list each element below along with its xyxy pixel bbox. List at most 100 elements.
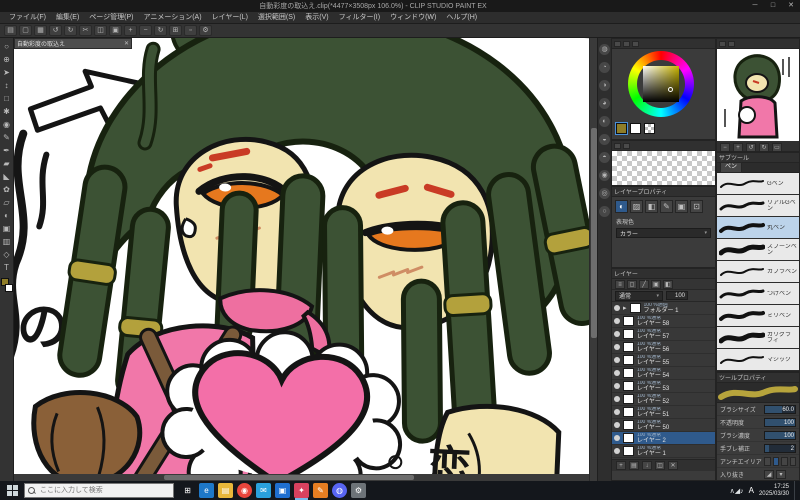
- settings-taskbar-icon[interactable]: ⚙: [351, 483, 366, 498]
- menu-item-6[interactable]: 表示(V): [300, 12, 333, 24]
- color-cursor[interactable]: [668, 87, 673, 92]
- color-wheel-tab-icon[interactable]: [614, 40, 621, 47]
- selection-tool[interactable]: □: [1, 92, 13, 105]
- file-explorer-taskbar-icon[interactable]: ▤: [218, 483, 233, 498]
- eye-icon[interactable]: [614, 396, 620, 402]
- mail-taskbar-icon[interactable]: ✉: [256, 483, 271, 498]
- canvas-paper[interactable]: の 恋: [14, 38, 589, 481]
- task-view-taskbar-icon[interactable]: ⊞: [180, 483, 195, 498]
- antialias-option-0[interactable]: [764, 456, 771, 466]
- layer-row[interactable]: 100 %通常 レイヤー 50: [612, 419, 715, 432]
- toggle-icon[interactable]: ◢: [764, 469, 774, 479]
- layer-move-tool[interactable]: ↕: [1, 79, 13, 92]
- color-history-palette-icon[interactable]: ◔: [599, 62, 610, 73]
- chevron-down-icon[interactable]: ▾: [776, 469, 786, 479]
- eye-icon[interactable]: [614, 422, 620, 428]
- start-button[interactable]: [0, 481, 24, 500]
- brush-item[interactable]: Gペン: [717, 173, 799, 195]
- copy-icon[interactable]: ◫: [94, 25, 107, 36]
- eyedropper-tool[interactable]: ◉: [1, 118, 13, 131]
- layer-row[interactable]: 100 %通常 レイヤー 53: [612, 380, 715, 393]
- eye-icon[interactable]: [614, 448, 620, 454]
- transfer-down-icon[interactable]: ↓: [642, 461, 652, 470]
- reference-layer-button[interactable]: ▣: [675, 200, 688, 213]
- menu-item-0[interactable]: ファイル(F): [4, 12, 51, 24]
- gradient-tool[interactable]: ▥: [1, 235, 13, 248]
- fit-view-icon[interactable]: ▭: [772, 142, 782, 151]
- zoom-in-icon[interactable]: +: [124, 25, 137, 36]
- download-palette-icon[interactable]: ◒: [599, 134, 610, 145]
- eye-icon[interactable]: [614, 435, 620, 441]
- palette-menu-icon[interactable]: ≡: [615, 279, 625, 289]
- layer-row[interactable]: 100 %通常 レイヤー 57: [612, 328, 715, 341]
- brush-tool[interactable]: ▰: [1, 157, 13, 170]
- zoom-out-icon[interactable]: −: [139, 25, 152, 36]
- airbrush-tool[interactable]: ◣: [1, 170, 13, 183]
- text-tool[interactable]: T: [1, 261, 13, 274]
- save-file-icon[interactable]: ▦: [34, 25, 47, 36]
- subview-thumbnail[interactable]: [717, 49, 799, 141]
- history-tab-icon[interactable]: [623, 142, 630, 149]
- color-slider-tab-icon[interactable]: [623, 40, 630, 47]
- layer-row[interactable]: 100 %通常 レイヤー 51: [612, 406, 715, 419]
- lock-icon[interactable]: ▣: [651, 279, 661, 289]
- brush-item[interactable]: つけペン: [717, 283, 799, 305]
- layer-thumbnail[interactable]: [629, 303, 641, 313]
- paper-texture-button[interactable]: ⊡: [690, 200, 703, 213]
- minimize-button[interactable]: ─: [746, 0, 764, 12]
- antialias-option-1[interactable]: [772, 456, 779, 466]
- rotate-left-icon[interactable]: ↺: [746, 142, 756, 151]
- blend-tool[interactable]: ◐: [1, 209, 13, 222]
- hscroll-thumb[interactable]: [164, 475, 414, 480]
- open-file-icon[interactable]: ▢: [19, 25, 32, 36]
- pen-tool[interactable]: ✎: [1, 131, 13, 144]
- layer-thumbnail[interactable]: [623, 329, 634, 339]
- property-slider[interactable]: 100: [764, 417, 796, 427]
- eye-icon[interactable]: [614, 331, 620, 337]
- sub-color-swatch[interactable]: [4, 284, 13, 292]
- redo-icon[interactable]: ↻: [64, 25, 77, 36]
- antialias-option-2[interactable]: [781, 456, 788, 466]
- clip-icon[interactable]: ◧: [663, 279, 673, 289]
- paste-icon[interactable]: ▣: [109, 25, 122, 36]
- layer-row[interactable]: 100 %通常 レイヤー 56: [612, 341, 715, 354]
- pencil-tool[interactable]: ✒: [1, 144, 13, 157]
- layer-thumbnail[interactable]: [623, 342, 634, 352]
- brush-item[interactable]: カブラペン: [717, 261, 799, 283]
- border-effect-button[interactable]: ◐: [615, 200, 628, 213]
- paint-app-taskbar-icon[interactable]: ✎: [313, 483, 328, 498]
- artwork-canvas[interactable]: の 恋: [14, 38, 589, 481]
- figure-tool[interactable]: ◇: [1, 248, 13, 261]
- canvas-area[interactable]: の 恋: [14, 38, 589, 481]
- rotate-right-icon[interactable]: ↻: [759, 142, 769, 151]
- layer-thumbnail[interactable]: [623, 316, 634, 326]
- saturation-value-square[interactable]: [643, 66, 679, 102]
- maximize-button[interactable]: □: [764, 0, 782, 12]
- quick-access-palette-icon[interactable]: ◍: [599, 44, 610, 55]
- close-button[interactable]: ✕: [782, 0, 800, 12]
- merge-down-icon[interactable]: ◫: [655, 461, 665, 470]
- fill-tool[interactable]: ▣: [1, 222, 13, 235]
- eye-icon[interactable]: [614, 344, 620, 350]
- item-bank-palette-icon[interactable]: ◓: [599, 152, 610, 163]
- taskbar-clock[interactable]: 17:25 2025/03/30: [759, 484, 789, 497]
- sub-color-chip[interactable]: [630, 123, 641, 134]
- layer-row[interactable]: 100 %通常 レイヤー 52: [612, 393, 715, 406]
- eye-icon[interactable]: [614, 370, 620, 376]
- auto-action-palette-icon[interactable]: ◉: [599, 170, 610, 181]
- taskbar-search[interactable]: [24, 483, 174, 498]
- move-tool[interactable]: ⊕: [1, 53, 13, 66]
- tone-effect-button[interactable]: ▨: [630, 200, 643, 213]
- transparent-color-chip[interactable]: [644, 123, 655, 134]
- action-center-button[interactable]: [794, 481, 798, 500]
- menu-item-1[interactable]: 編集(E): [51, 12, 84, 24]
- canvas-vscrollbar[interactable]: [589, 38, 597, 481]
- brush-item[interactable]: ミリペン: [717, 305, 799, 327]
- edge-taskbar-icon[interactable]: e: [199, 483, 214, 498]
- menu-item-4[interactable]: レイヤー(L): [207, 12, 253, 24]
- zoom-tool[interactable]: ○: [1, 40, 13, 53]
- search-input[interactable]: [38, 486, 158, 495]
- zoom-out-icon[interactable]: −: [720, 142, 730, 151]
- ime-indicator[interactable]: A: [749, 486, 754, 495]
- layer-thumbnail[interactable]: [623, 381, 634, 391]
